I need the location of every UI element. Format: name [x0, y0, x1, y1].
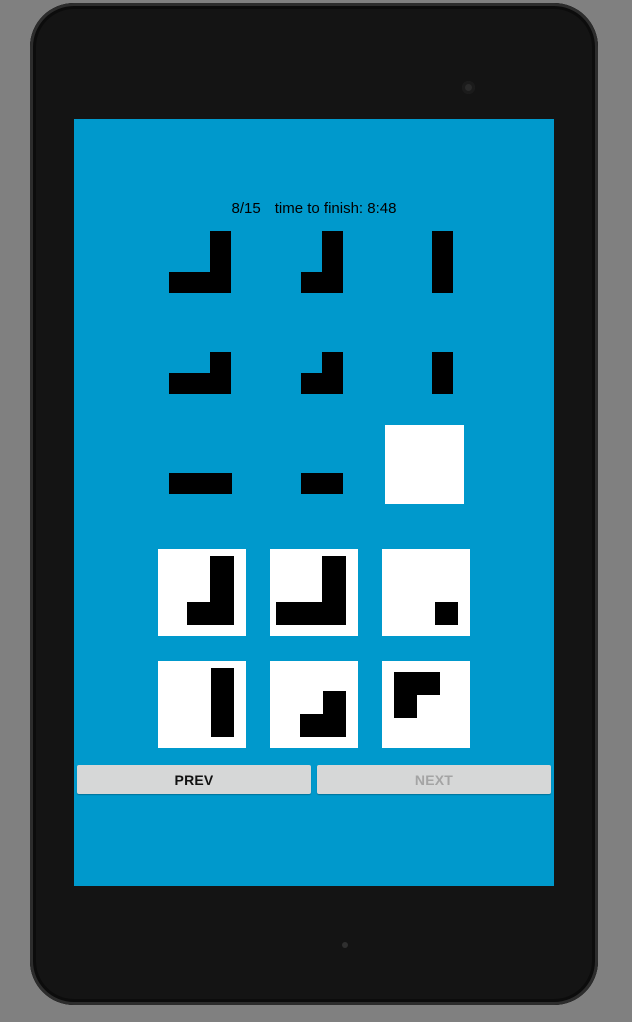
answer-option-1[interactable]: [158, 549, 246, 636]
front-camera: [462, 81, 475, 94]
shape-block: [276, 602, 346, 625]
shape-block: [169, 272, 231, 293]
matrix-cell-r2c2: [301, 352, 345, 396]
shape-block: [169, 373, 231, 394]
shape-block: [432, 231, 453, 293]
shape-block: [432, 352, 453, 394]
matrix-cell-r2c1: [169, 352, 233, 396]
status-bar: 8/15 time to finish: 8:48: [74, 200, 554, 217]
timer-value: 8:48: [367, 200, 397, 217]
prev-button[interactable]: PREV: [77, 765, 311, 794]
matrix-cell-r1c2: [301, 231, 345, 295]
answer-option-3[interactable]: [382, 549, 470, 636]
shape-block: [301, 373, 343, 394]
shape-block: [187, 602, 234, 625]
microphone-dot: [342, 942, 348, 948]
progress-counter: 8/15: [231, 200, 261, 217]
matrix-cell-r3c2: [301, 473, 345, 495]
shape-block: [435, 602, 458, 625]
shape-block: [169, 473, 232, 494]
shape-block: [300, 714, 346, 737]
matrix-cell-r1c3: [432, 231, 456, 295]
app-screen: 8/15 time to finish: 8:48 PREV NEXT: [74, 119, 554, 886]
answer-option-6[interactable]: [382, 661, 470, 748]
shape-block: [211, 668, 234, 737]
shape-block: [394, 672, 417, 718]
answer-option-4[interactable]: [158, 661, 246, 748]
timer-label: time to finish:: [274, 200, 364, 217]
missing-answer-slot: [385, 425, 464, 504]
next-button[interactable]: NEXT: [317, 765, 551, 794]
shape-block: [301, 272, 343, 293]
shape-block: [301, 473, 343, 494]
matrix-cell-r3c1: [169, 473, 233, 495]
matrix-cell-r1c1: [169, 231, 233, 295]
matrix-cell-r2c3: [432, 352, 456, 396]
answer-option-2[interactable]: [270, 549, 358, 636]
answer-option-5[interactable]: [270, 661, 358, 748]
